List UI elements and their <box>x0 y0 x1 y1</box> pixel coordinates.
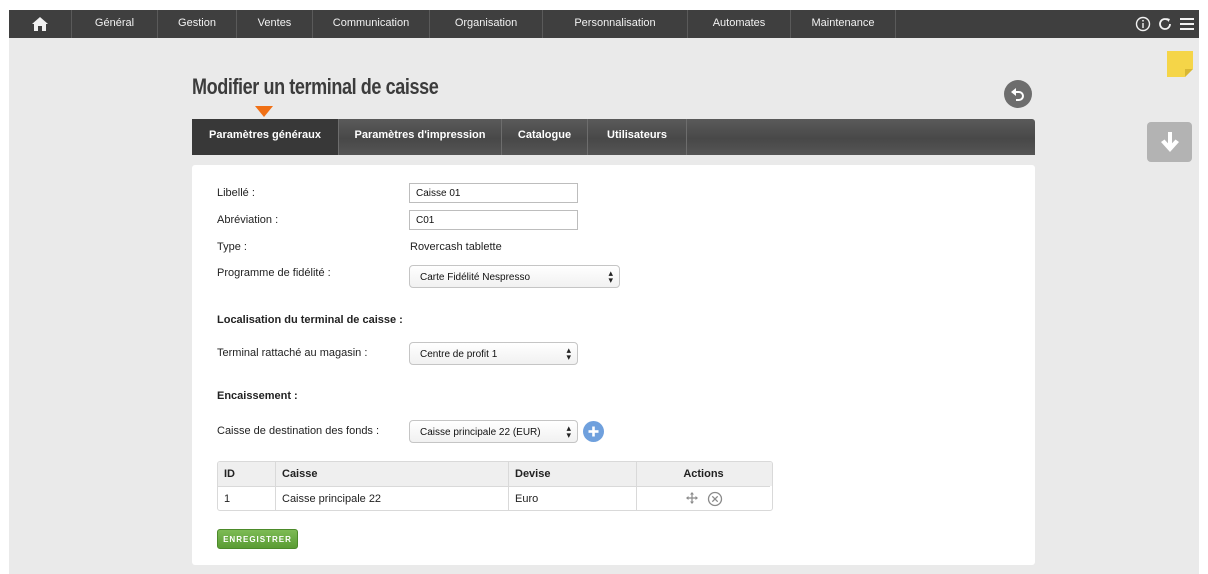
nav-tools <box>1135 10 1199 38</box>
abreviation-input[interactable] <box>409 210 578 230</box>
home-button[interactable] <box>9 10 72 38</box>
select-arrows-icon: ▴ ▾ <box>608 268 613 285</box>
refresh-icon[interactable] <box>1157 16 1173 32</box>
nav-communication[interactable]: Communication <box>313 10 430 38</box>
row-actions <box>637 486 770 510</box>
fidelite-selected-value: Carte Fidélité Nespresso <box>420 272 531 283</box>
header-devise: Devise <box>509 462 637 486</box>
table-header-row: ID Caisse Devise Actions <box>218 462 772 486</box>
nav-organisation[interactable]: Organisation <box>430 10 543 38</box>
row-devise: Euro <box>509 486 637 510</box>
fidelite-label: Programme de fidélité : <box>217 267 331 279</box>
destination-selected-value: Caisse principale 22 (EUR) <box>420 427 541 438</box>
destination-select[interactable]: Caisse principale 22 (EUR) ▴ ▾ <box>409 420 578 443</box>
back-button[interactable] <box>1004 80 1032 108</box>
add-destination-button[interactable] <box>583 421 604 442</box>
arrow-down-icon <box>1160 132 1179 152</box>
caisses-table: ID Caisse Devise Actions 1 Caisse princi… <box>217 461 773 511</box>
encaissement-heading: Encaissement : <box>217 390 298 402</box>
abreviation-label: Abréviation : <box>217 214 279 226</box>
table-row: 1 Caisse principale 22 Euro <box>218 486 772 510</box>
localisation-heading: Localisation du terminal de caisse : <box>217 314 403 326</box>
header-actions: Actions <box>683 468 724 480</box>
active-tab-pointer <box>255 106 273 117</box>
row-caisse: Caisse principale 22 <box>276 486 509 510</box>
scroll-down-button[interactable] <box>1147 122 1192 162</box>
magasin-selected-value: Centre de profit 1 <box>420 349 498 360</box>
select-arrows-icon: ▴ ▾ <box>566 423 571 440</box>
header-caisse: Caisse <box>276 462 509 486</box>
type-value: Rovercash tablette <box>410 241 502 253</box>
libelle-label: Libellé : <box>217 187 255 199</box>
move-icon[interactable] <box>685 491 699 510</box>
tab-parametres-generaux[interactable]: Paramètres généraux <box>192 119 339 155</box>
tab-utilisateurs[interactable]: Utilisateurs <box>588 119 687 155</box>
tab-catalogue[interactable]: Catalogue <box>502 119 588 155</box>
tab-parametres-impression[interactable]: Paramètres d'impression <box>339 119 502 155</box>
menu-icon[interactable] <box>1179 17 1195 31</box>
select-arrows-icon: ▴ ▾ <box>566 345 571 362</box>
nav-ventes[interactable]: Ventes <box>237 10 313 38</box>
nav-maintenance[interactable]: Maintenance <box>791 10 896 38</box>
info-icon[interactable] <box>1135 16 1151 32</box>
row-id: 1 <box>218 486 276 510</box>
libelle-input[interactable] <box>409 183 578 203</box>
magasin-select[interactable]: Centre de profit 1 ▴ ▾ <box>409 342 578 365</box>
tab-bar: Paramètres généraux Paramètres d'impress… <box>192 119 1035 155</box>
top-nav: Général Gestion Ventes Communication Org… <box>9 10 1199 38</box>
header-id: ID <box>218 462 276 486</box>
page-title: Modifier un terminal de caisse <box>192 74 439 99</box>
nav-gestion[interactable]: Gestion <box>158 10 237 38</box>
destination-label: Caisse de destination des fonds : <box>217 425 380 437</box>
sticky-note-icon[interactable] <box>1166 50 1194 81</box>
magasin-label: Terminal rattaché au magasin : <box>217 347 368 359</box>
home-icon <box>32 17 48 31</box>
nav-general[interactable]: Général <box>72 10 158 38</box>
delete-icon[interactable] <box>707 491 723 510</box>
save-button[interactable]: ENREGISTRER <box>217 529 298 549</box>
undo-icon <box>1011 88 1024 101</box>
plus-icon <box>588 426 599 437</box>
nav-automates[interactable]: Automates <box>688 10 791 38</box>
nav-personnalisation[interactable]: Personnalisation <box>543 10 688 38</box>
fidelite-select[interactable]: Carte Fidélité Nespresso ▴ ▾ <box>409 265 620 288</box>
type-label: Type : <box>217 241 247 253</box>
